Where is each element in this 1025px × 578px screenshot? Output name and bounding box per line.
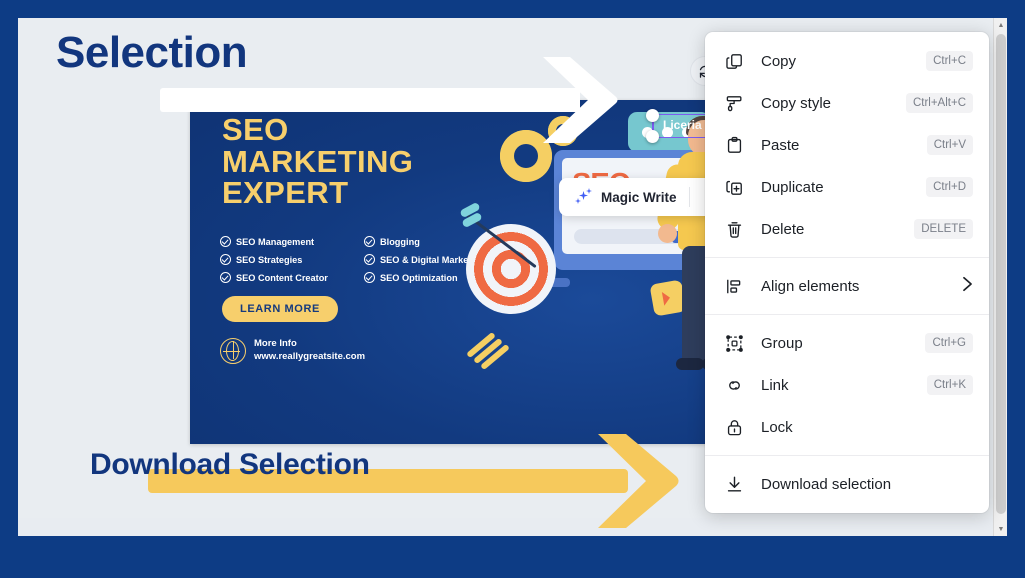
poster-feature-label: SEO Management [236, 236, 315, 247]
pencils-icon [464, 331, 510, 372]
menu-item-align-elements[interactable]: Align elements [705, 265, 989, 307]
poster-info-url: www.reallygreatsite.com [254, 351, 366, 362]
menu-separator [705, 455, 989, 456]
lock-icon [723, 416, 745, 438]
copy-icon [723, 50, 745, 72]
menu-label: Paste [761, 136, 800, 154]
vertical-scrollbar[interactable]: ▲ ▼ [993, 18, 1007, 536]
menu-shortcut: Ctrl+D [926, 177, 973, 197]
check-icon [220, 272, 231, 283]
scroll-up-arrow-icon[interactable]: ▲ [994, 18, 1007, 32]
magic-write-button[interactable]: Magic Write [565, 183, 687, 211]
menu-label: Copy style [761, 94, 832, 112]
person-hand [658, 224, 677, 243]
scroll-down-arrow-icon[interactable]: ▼ [994, 522, 1007, 536]
menu-item-lock[interactable]: Lock [705, 406, 989, 448]
poster-feature-label: SEO Strategies [236, 254, 303, 265]
link-icon [723, 374, 745, 396]
menu-label: Align elements [761, 277, 860, 295]
menu-label: Copy [761, 52, 797, 70]
menu-separator [705, 257, 989, 258]
sparkle-icon [575, 188, 593, 206]
check-icon [364, 254, 375, 265]
menu-shortcut: Ctrl+K [926, 375, 973, 395]
menu-item-download-selection[interactable]: Download selection [705, 463, 989, 505]
poster-feature-item: SEO Strategies [220, 254, 354, 265]
selected-text-value: Liceria [663, 118, 702, 132]
design-canvas-poster[interactable]: SEO MARKETING EXPERT SEO Management Blog… [190, 100, 746, 444]
menu-shortcut: Ctrl+Alt+C [905, 93, 973, 113]
menu-shortcut: Ctrl+C [926, 51, 973, 71]
poster-illustration: SEO [456, 106, 746, 444]
screenshot-root: SEO MARKETING EXPERT SEO Management Blog… [0, 0, 1025, 578]
poster-info-block: More Info www.reallygreatsite.com [220, 338, 365, 364]
menu-separator [705, 314, 989, 315]
menu-label: Group [761, 334, 803, 352]
menu-shortcut: DELETE [914, 219, 973, 239]
poster-feature-item: SEO Content Creator [220, 272, 354, 283]
menu-item-paste[interactable]: Paste Ctrl+V [705, 124, 989, 166]
duplicate-icon [723, 176, 745, 198]
menu-label: Duplicate [761, 178, 824, 196]
poster-feature-item: SEO Management [220, 236, 354, 247]
toolbar-divider [688, 187, 690, 207]
dartboard-icon [466, 224, 556, 314]
menu-label: Link [761, 376, 789, 394]
poster-title-line-2: MARKETING [222, 143, 414, 179]
chevron-right-icon [962, 276, 973, 296]
menu-label: Download selection [761, 475, 892, 493]
dart-feather-icon [459, 201, 486, 229]
annotation-bottom-label: Download Selection [90, 448, 370, 481]
menu-item-delete[interactable]: Delete DELETE [705, 208, 989, 250]
paint-roller-icon [723, 92, 745, 114]
check-icon [364, 236, 375, 247]
poster-feature-label: SEO Optimization [380, 272, 458, 283]
menu-label: Lock [761, 418, 793, 436]
menu-item-group[interactable]: Group Ctrl+G [705, 322, 989, 364]
align-icon [723, 275, 745, 297]
clipboard-icon [723, 134, 745, 156]
menu-shortcut: Ctrl+G [925, 333, 973, 353]
menu-item-copy-style[interactable]: Copy style Ctrl+Alt+C [705, 82, 989, 124]
trash-icon [723, 218, 745, 240]
context-menu[interactable]: Copy Ctrl+C Copy style Ctrl+Alt+C Paste … [705, 32, 989, 513]
check-icon [220, 254, 231, 265]
download-icon [723, 473, 745, 495]
poster-feature-label: Blogging [380, 236, 420, 247]
poster-cta-button[interactable]: LEARN MORE [222, 296, 338, 322]
globe-icon [220, 338, 246, 364]
menu-label: Delete [761, 220, 805, 238]
poster-feature-label: SEO Content Creator [236, 272, 328, 283]
check-icon [220, 236, 231, 247]
scrollbar-thumb[interactable] [996, 34, 1006, 514]
menu-item-duplicate[interactable]: Duplicate Ctrl+D [705, 166, 989, 208]
magic-write-label: Magic Write [601, 189, 677, 205]
check-icon [364, 272, 375, 283]
menu-shortcut: Ctrl+V [926, 135, 973, 155]
menu-item-link[interactable]: Link Ctrl+K [705, 364, 989, 406]
menu-item-copy[interactable]: Copy Ctrl+C [705, 40, 989, 82]
poster-title-line-3: EXPERT [222, 175, 349, 211]
person-shoe [676, 358, 704, 370]
annotation-arrow-top [160, 57, 618, 143]
poster-info-text: More Info www.reallygreatsite.com [254, 338, 365, 364]
poster-info-label: More Info [254, 338, 297, 350]
group-icon [723, 332, 745, 354]
